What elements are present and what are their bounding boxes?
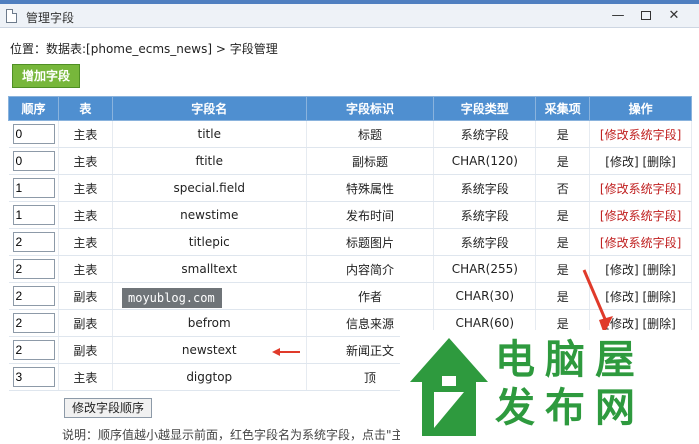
table-type-cell: 主表 <box>58 120 113 148</box>
collect-cell: 是 <box>535 201 591 229</box>
order-cell <box>8 174 59 202</box>
header-field-label[interactable]: 字段标识 <box>305 96 435 121</box>
edit-system-field-link[interactable]: [修改系统字段] <box>600 128 681 142</box>
order-input[interactable] <box>12 367 55 387</box>
field-name-cell: newstime <box>112 201 307 229</box>
table-type-cell: 副表 <box>58 336 113 364</box>
order-input[interactable] <box>12 286 55 306</box>
table-type-cell: 主表 <box>58 363 113 391</box>
field-label-cell: 内容简介 <box>306 255 435 283</box>
order-input[interactable] <box>12 205 55 225</box>
field-name-cell: special.field <box>112 174 307 202</box>
header-order[interactable]: 顺序 <box>8 96 59 121</box>
field-label-cell: 标题 <box>306 120 435 148</box>
table-row: 主表title标题系统字段是 [修改系统字段] <box>8 120 692 148</box>
header-field-type[interactable]: 字段类型 <box>433 96 537 121</box>
breadcrumb: 位置：数据表:[phome_ecms_news] > 字段管理 <box>10 42 278 56</box>
note-text: 说明：顺序值越小越显示前面，红色字段名为系统字段，点击"主 <box>62 428 404 442</box>
table-row: 主表ftitle副标题CHAR(120)是 [修改] [删除] <box>8 147 692 175</box>
field-name-cell: titlepic <box>112 228 307 256</box>
table-type-cell: 主表 <box>58 255 113 283</box>
edit-system-field-link[interactable]: [修改系统字段] <box>600 236 681 250</box>
order-cell <box>8 255 59 283</box>
field-label-cell: 特殊属性 <box>306 174 435 202</box>
field-type-cell: CHAR(120) <box>433 147 537 175</box>
field-name-cell: befrom <box>112 309 307 337</box>
table-header-row: 顺序 表 字段名 字段标识 字段类型 采集项 操作 <box>8 96 692 121</box>
order-input[interactable] <box>12 124 55 144</box>
watermark-overlay: 电脑屋 发布网 <box>400 330 699 444</box>
field-label-cell: 标题图片 <box>306 228 435 256</box>
house-logo-icon <box>410 338 488 436</box>
table-type-cell: 副表 <box>58 309 113 337</box>
edit-system-field-link[interactable]: [修改系统字段] <box>600 209 681 223</box>
field-label-cell: 发布时间 <box>306 201 435 229</box>
operation-cell: [修改系统字段] <box>589 201 692 229</box>
field-type-cell: 系统字段 <box>433 228 537 256</box>
header-field-name[interactable]: 字段名 <box>111 96 307 121</box>
operation-cell: [修改系统字段] <box>589 174 692 202</box>
field-type-cell: 系统字段 <box>433 120 537 148</box>
operation-cell: [修改系统字段] <box>589 120 692 148</box>
field-type-cell: CHAR(255) <box>433 255 537 283</box>
table-type-cell: 副表 <box>58 282 113 310</box>
field-label-cell: 副标题 <box>306 147 435 175</box>
order-cell <box>8 201 59 229</box>
table-row: 主表special.field特殊属性系统字段否 [修改系统字段] <box>8 174 692 202</box>
field-name-cell: title <box>112 120 307 148</box>
order-cell <box>8 147 59 175</box>
field-name-cell: smalltext <box>112 255 307 283</box>
order-cell <box>8 228 59 256</box>
table-row: 主表titlepic标题图片系统字段是 [修改系统字段] <box>8 228 692 256</box>
edit-system-field-link[interactable]: [修改系统字段] <box>600 182 681 196</box>
watermark-logo-text: 电脑屋 发布网 <box>495 336 645 431</box>
order-input[interactable] <box>12 340 55 360</box>
maximize-icon[interactable] <box>634 7 658 25</box>
header-operation[interactable]: 操作 <box>589 96 692 121</box>
table-row: 主表newstime发布时间系统字段是 [修改系统字段] <box>8 201 692 229</box>
field-type-cell: CHAR(30) <box>433 282 537 310</box>
document-icon <box>6 9 17 23</box>
left-arrow-annotation <box>272 348 300 356</box>
table-type-cell: 主表 <box>58 201 113 229</box>
minimize-icon[interactable]: — <box>606 7 630 25</box>
field-type-cell: 系统字段 <box>433 201 537 229</box>
window-title: 管理字段 <box>26 11 75 25</box>
order-input[interactable] <box>12 151 55 171</box>
title-bar: 管理字段 — ✕ <box>0 4 699 28</box>
header-table[interactable]: 表 <box>57 96 113 121</box>
order-cell <box>8 120 59 148</box>
field-operation-links[interactable]: [修改] [删除] <box>605 155 676 169</box>
order-cell <box>8 282 59 310</box>
table-type-cell: 主表 <box>58 228 113 256</box>
table-type-cell: 主表 <box>58 174 113 202</box>
order-input[interactable] <box>12 232 55 252</box>
operation-cell: [修改] [删除] <box>589 147 692 175</box>
add-field-button[interactable]: 增加字段 <box>12 64 80 88</box>
field-name-cell: ftitle <box>112 147 307 175</box>
field-label-cell: 作者 <box>306 282 435 310</box>
close-icon[interactable]: ✕ <box>662 7 686 25</box>
reorder-button[interactable]: 修改字段顺序 <box>64 398 152 418</box>
order-cell <box>8 336 59 364</box>
header-collect[interactable]: 采集项 <box>535 96 591 121</box>
order-input[interactable] <box>12 178 55 198</box>
collect-cell: 是 <box>535 147 591 175</box>
collect-cell: 是 <box>535 120 591 148</box>
collect-cell: 是 <box>535 228 591 256</box>
watermark-text: moyublog.com <box>122 288 222 308</box>
field-type-cell: 系统字段 <box>433 174 537 202</box>
order-cell <box>8 363 59 391</box>
order-input[interactable] <box>12 259 55 279</box>
table-type-cell: 主表 <box>58 147 113 175</box>
operation-cell: [修改系统字段] <box>589 228 692 256</box>
collect-cell: 否 <box>535 174 591 202</box>
order-input[interactable] <box>12 313 55 333</box>
field-name-cell: diggtop <box>112 363 307 391</box>
order-cell <box>8 309 59 337</box>
